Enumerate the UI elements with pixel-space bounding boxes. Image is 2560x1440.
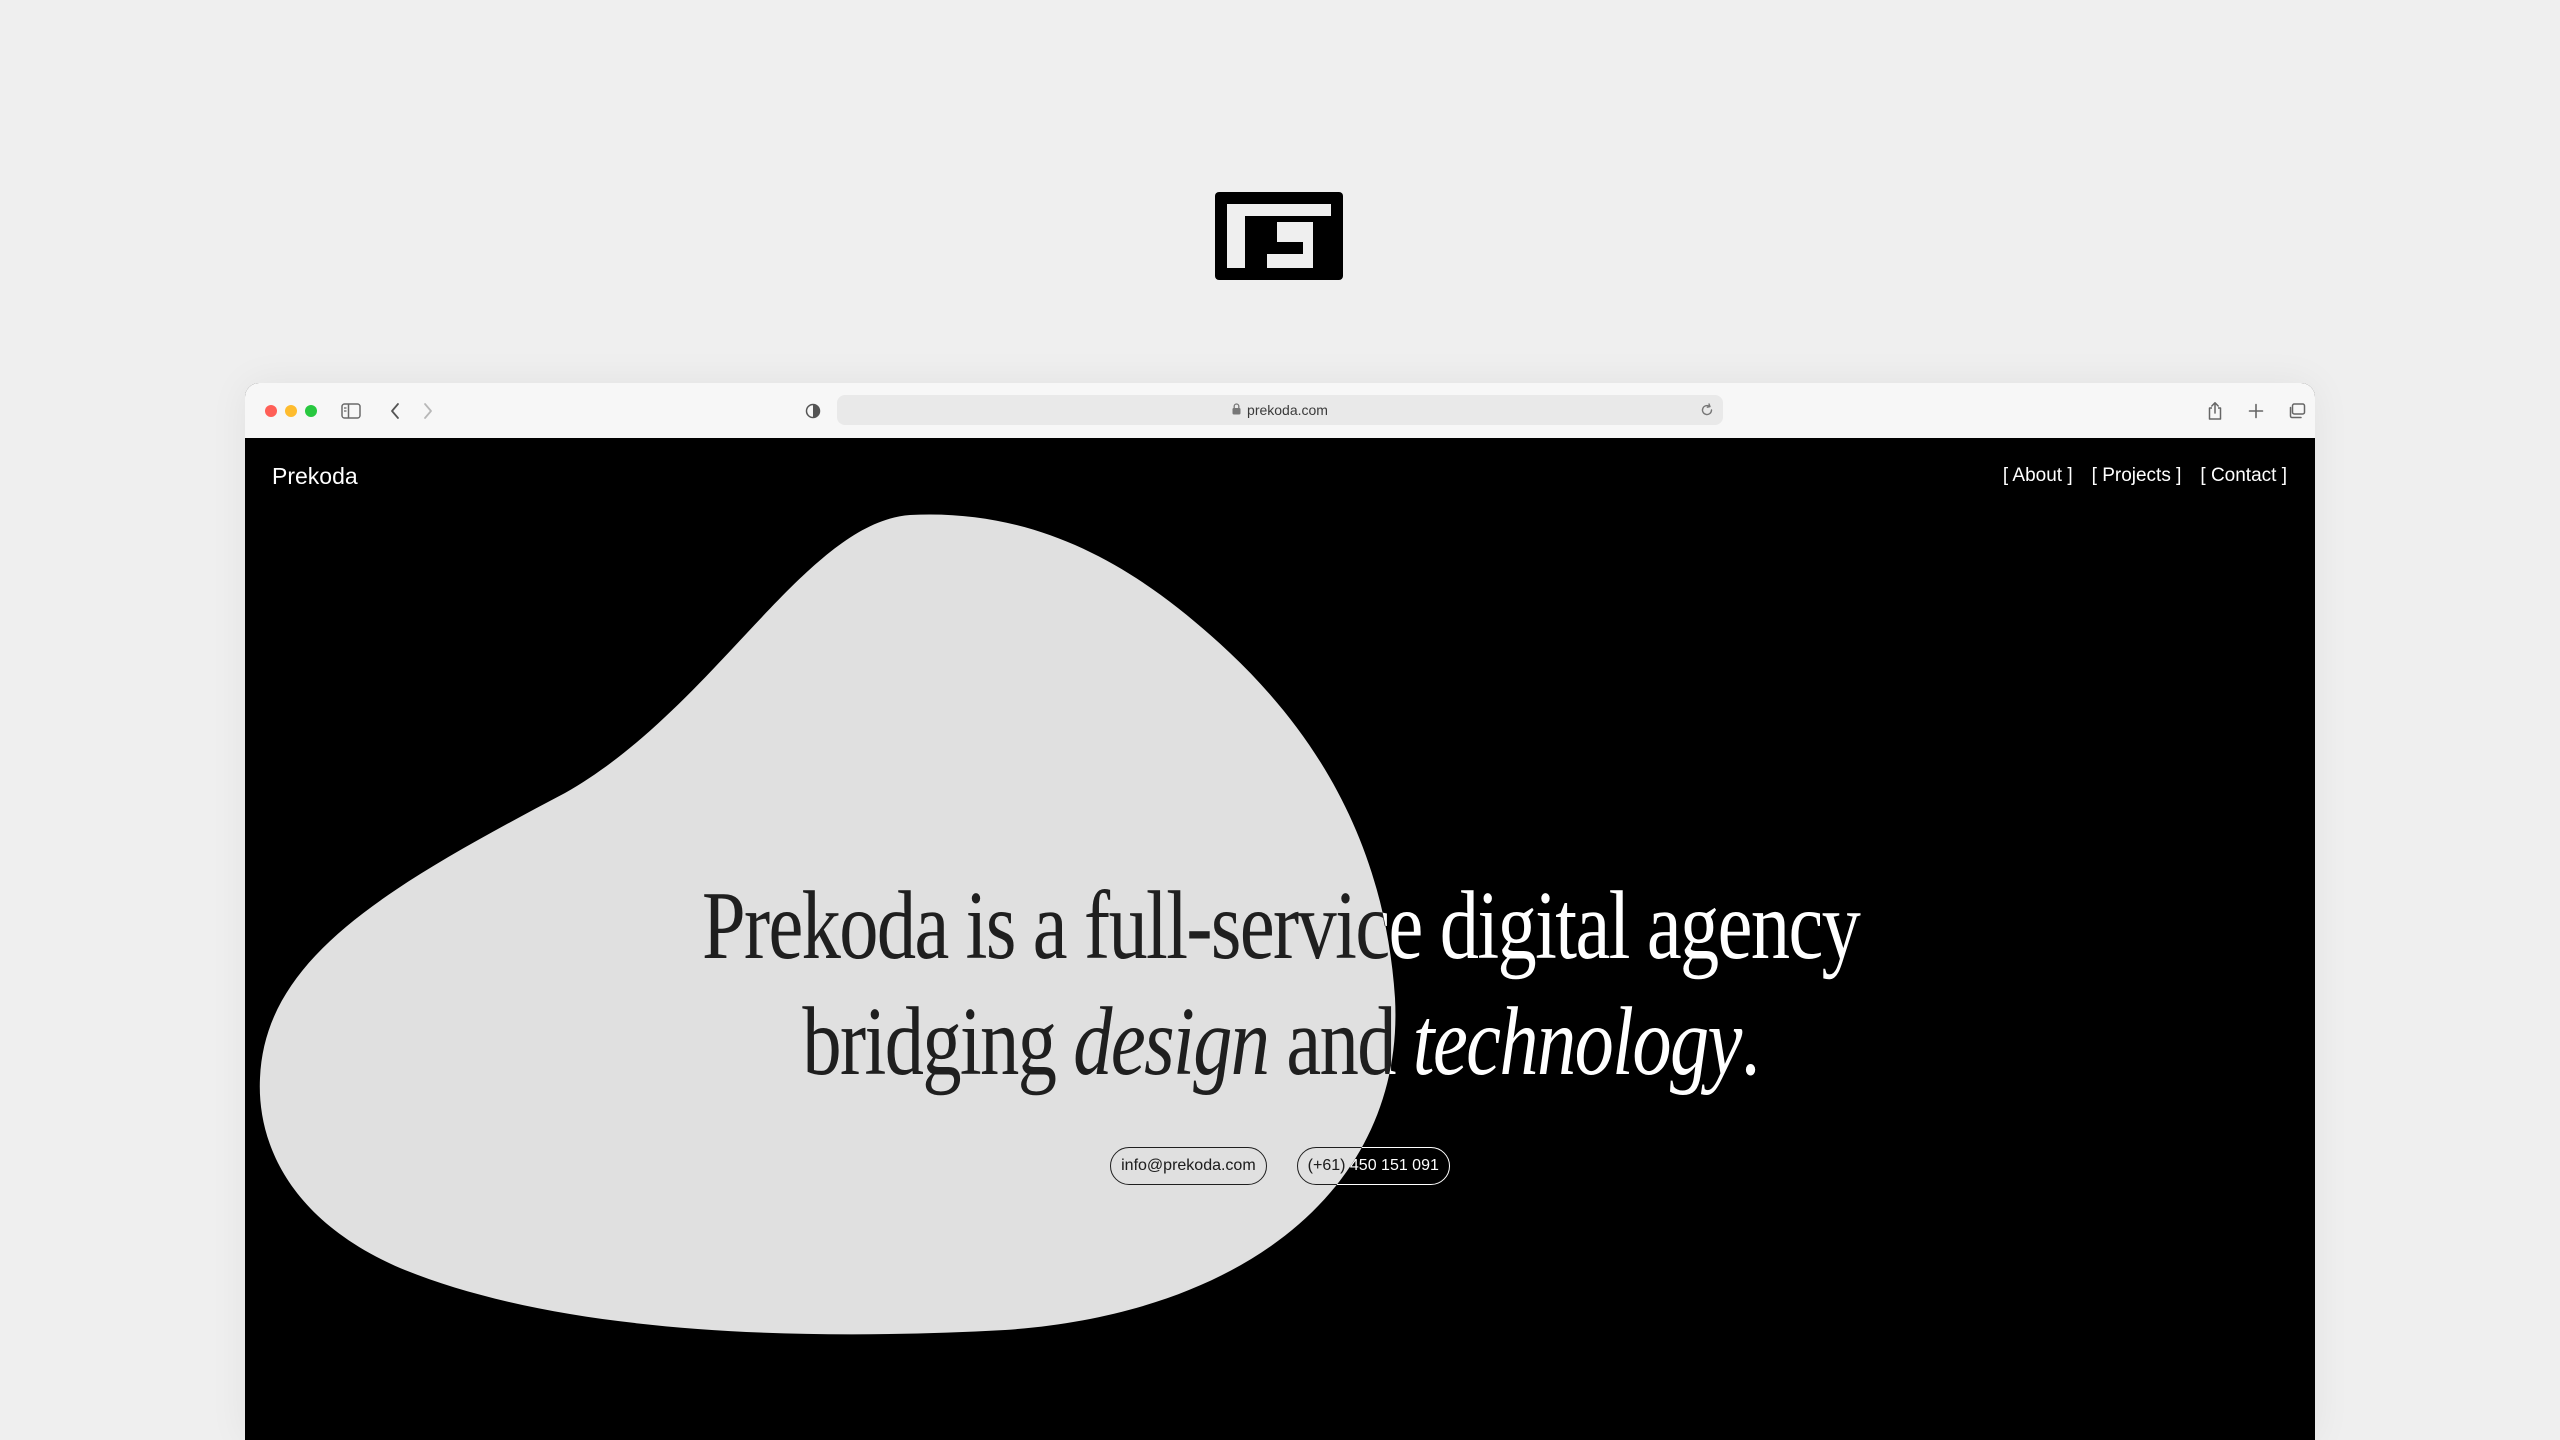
reload-icon[interactable] bbox=[1699, 402, 1715, 418]
headline-text: bridging bbox=[802, 988, 1074, 1096]
phone-link[interactable]: (+61) 450 151 091 bbox=[1296, 1147, 1450, 1185]
address-bar[interactable]: prekoda.com bbox=[837, 395, 1723, 425]
prekoda-logo-icon bbox=[1215, 192, 1343, 280]
lock-icon bbox=[1232, 395, 1241, 425]
tabs-overview-icon[interactable] bbox=[2285, 399, 2309, 423]
headline-text: and bbox=[1268, 988, 1413, 1096]
headline-text: . bbox=[1740, 988, 1761, 1096]
nav-about[interactable]: [ About ] bbox=[2003, 465, 2073, 487]
url-text: prekoda.com bbox=[1247, 402, 1328, 418]
hero-headline: Prekoda is a full-service digital agency… bbox=[453, 868, 2109, 1100]
headline-emphasis-design: design bbox=[1073, 988, 1270, 1096]
email-link[interactable]: info@prekoda.com bbox=[1110, 1147, 1267, 1185]
nav-contact[interactable]: [ Contact ] bbox=[2200, 465, 2287, 487]
page-content: Prekoda [ About ] [ Projects ] [ Contact… bbox=[245, 438, 2315, 1440]
headline-line-1: Prekoda is a full-service digital agency bbox=[701, 872, 1861, 980]
back-icon[interactable] bbox=[383, 399, 407, 423]
headline-emphasis-technology: technology bbox=[1412, 988, 1743, 1096]
browser-toolbar: prekoda.com bbox=[245, 383, 2315, 439]
share-icon[interactable] bbox=[2203, 399, 2227, 423]
site-nav: [ About ] [ Projects ] [ Contact ] bbox=[2003, 465, 2287, 487]
close-window-button[interactable] bbox=[265, 405, 277, 417]
site-brand[interactable]: Prekoda bbox=[272, 463, 358, 490]
shield-icon[interactable] bbox=[801, 399, 825, 423]
new-tab-icon[interactable] bbox=[2244, 399, 2268, 423]
maximize-window-button[interactable] bbox=[305, 405, 317, 417]
sidebar-icon[interactable] bbox=[339, 399, 363, 423]
forward-icon[interactable] bbox=[416, 399, 440, 423]
nav-projects[interactable]: [ Projects ] bbox=[2092, 465, 2182, 487]
headline-line-2: bridging design and technology. bbox=[453, 984, 2109, 1100]
browser-window: prekoda.com Prekoda [ About ] [ Projects… bbox=[245, 383, 2315, 1440]
contact-pills: info@prekoda.com (+61) 450 151 091 bbox=[245, 1147, 2315, 1185]
minimize-window-button[interactable] bbox=[285, 405, 297, 417]
